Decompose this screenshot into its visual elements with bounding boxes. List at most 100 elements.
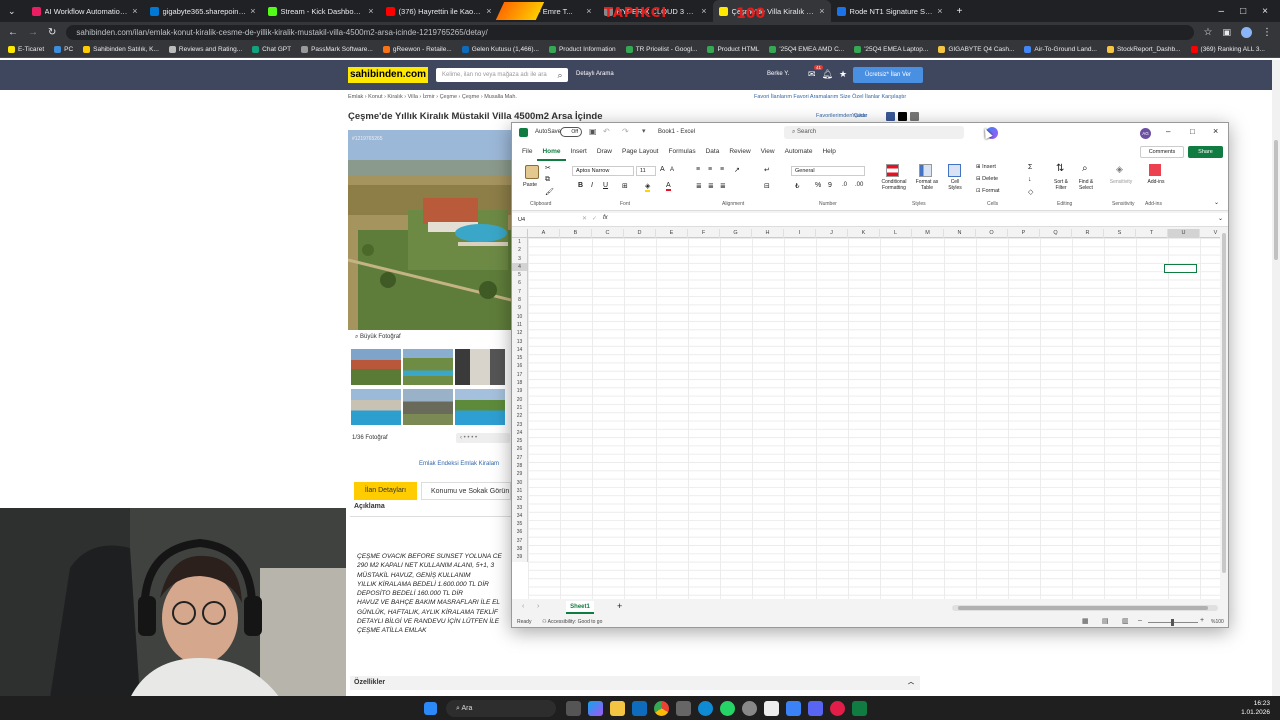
undo-icon[interactable]: ↶ xyxy=(603,127,610,136)
column-header[interactable]: B xyxy=(560,229,592,238)
ribbon-tab-data[interactable]: Data xyxy=(701,143,725,161)
zoom-level[interactable]: %100 xyxy=(1211,619,1224,625)
row-header[interactable]: 13 xyxy=(512,338,527,346)
column-header[interactable]: E xyxy=(656,229,688,238)
worksheet-grid[interactable]: ABCDEFGHIJKLMNOPQRSTUV 1 2 3 4 5 6 7 8 9 10 11 12 13… xyxy=(512,229,1220,599)
profile-icon[interactable] xyxy=(1241,26,1252,38)
row-header[interactable]: 38 xyxy=(512,545,527,553)
row-header[interactable]: 5 xyxy=(512,271,527,279)
bookmark-item[interactable]: GIGABYTE Q4 Cash... xyxy=(938,46,1014,53)
borders-icon[interactable]: ⊞ xyxy=(622,182,628,190)
next-sheet-icon[interactable]: › xyxy=(537,603,539,610)
extensions-icon[interactable]: ▣ xyxy=(1222,27,1231,38)
chrome-icon[interactable] xyxy=(653,700,669,716)
ribbon-tab-automate[interactable]: Automate xyxy=(780,143,818,161)
align-left-icon[interactable]: ≣ xyxy=(696,182,702,190)
reload-icon[interactable]: ↻ xyxy=(48,27,56,38)
align-top-icon[interactable]: ≡ xyxy=(696,166,700,173)
row-header[interactable]: 3 xyxy=(512,255,527,263)
column-header[interactable]: P xyxy=(1008,229,1040,238)
row-header[interactable]: 15 xyxy=(512,354,527,362)
thumbnail-5[interactable] xyxy=(403,389,453,425)
normal-view-icon[interactable]: ▦ xyxy=(1082,617,1089,625)
row-header[interactable]: 11 xyxy=(512,321,527,329)
browser-tab-7[interactable]: Rode NT1 Signature Series Stu...× xyxy=(831,0,949,22)
column-header[interactable]: R xyxy=(1072,229,1104,238)
row-header[interactable]: 4 xyxy=(512,262,527,272)
ribbon-tab-file[interactable]: File xyxy=(517,143,537,161)
mail-icon[interactable]: ✉ 41 xyxy=(808,65,824,80)
bookmark-item[interactable]: Air-To-Ground Land... xyxy=(1024,46,1097,53)
row-header[interactable]: 22 xyxy=(512,412,527,420)
grow-font-icon[interactable]: A xyxy=(660,166,665,173)
column-header[interactable]: C xyxy=(592,229,624,238)
row-header[interactable]: 8 xyxy=(512,296,527,304)
paste-button[interactable]: Paste xyxy=(523,182,537,188)
wrap-text-icon[interactable]: ↵ xyxy=(764,166,770,174)
task-view-icon[interactable] xyxy=(565,700,581,716)
column-header[interactable]: M xyxy=(912,229,944,238)
row-header[interactable]: 25 xyxy=(512,437,527,445)
thumbnail-4[interactable] xyxy=(351,389,401,425)
x-icon[interactable] xyxy=(898,112,907,121)
close-tab-icon[interactable]: × xyxy=(132,6,137,16)
user-avatar[interactable]: AG xyxy=(1140,128,1151,139)
align-center-icon[interactable]: ≣ xyxy=(708,182,714,190)
main-listing-photo[interactable]: #1219765265 xyxy=(348,130,511,330)
customize-icon[interactable]: ▾ xyxy=(642,127,646,135)
row-header[interactable]: 23 xyxy=(512,421,527,429)
vertical-scrollbar[interactable] xyxy=(1220,229,1228,599)
merge-center-icon[interactable]: ⊟ xyxy=(764,182,770,190)
column-header[interactable]: U xyxy=(1168,229,1200,238)
ribbon-tab-formulas[interactable]: Formulas xyxy=(664,143,701,161)
zoom-in-icon[interactable]: + xyxy=(1200,617,1204,624)
currency-icon[interactable]: ₺ xyxy=(795,182,799,190)
discord-icon[interactable] xyxy=(807,700,823,716)
ribbon-tab-insert[interactable]: Insert xyxy=(566,143,592,161)
column-header[interactable]: I xyxy=(784,229,816,238)
row-header[interactable]: 21 xyxy=(512,404,527,412)
right-scrollbar[interactable] xyxy=(1272,60,1280,696)
zoom-out-icon[interactable]: – xyxy=(1138,617,1142,624)
close-icon[interactable]: × xyxy=(1213,126,1218,136)
bookmark-item[interactable]: Product Information xyxy=(548,46,616,53)
format-cells-button[interactable]: ⊡ Format xyxy=(976,188,1000,194)
row-header[interactable]: 36 xyxy=(512,528,527,536)
close-tab-icon[interactable]: × xyxy=(701,6,706,16)
browser-tab-6[interactable]: Çeşme'de Villa Kiralık Müstakil ...× xyxy=(712,0,831,22)
row-header[interactable]: 31 xyxy=(512,487,527,495)
bookmark-item[interactable]: gReewon - Retaile... xyxy=(382,46,452,53)
copilot-app-icon[interactable] xyxy=(587,700,603,716)
bookmark-item[interactable]: '25Q4 EMEA Laptop... xyxy=(854,46,928,53)
name-box[interactable]: U4 xyxy=(515,215,563,225)
thumbnail-3[interactable] xyxy=(455,349,505,385)
row-header[interactable]: 28 xyxy=(512,462,527,470)
tab-location[interactable]: Konumu ve Sokak Görün xyxy=(421,482,511,500)
font-name-select[interactable]: Aptos Narrow xyxy=(572,166,634,176)
autosum-icon[interactable]: Σ xyxy=(1028,164,1032,171)
settings-icon[interactable] xyxy=(741,700,757,716)
column-header[interactable]: D xyxy=(624,229,656,238)
redo-icon[interactable]: ↷ xyxy=(622,127,629,136)
sheet-tab-sheet1[interactable]: Sheet1 xyxy=(566,601,594,614)
bookmark-item[interactable]: Gelen Kutusu (1,466)... xyxy=(461,46,539,53)
row-header[interactable]: 35 xyxy=(512,520,527,528)
row-header[interactable]: 32 xyxy=(512,495,527,503)
prev-sheet-icon[interactable]: ‹ xyxy=(522,603,524,610)
collapse-ribbon-icon[interactable]: ⌄ xyxy=(1214,199,1219,206)
column-header[interactable]: K xyxy=(848,229,880,238)
row-header[interactable]: 33 xyxy=(512,504,527,512)
find-select-button[interactable]: Find & Select xyxy=(1074,179,1098,191)
column-header[interactable]: L xyxy=(880,229,912,238)
cut-icon[interactable]: ✂ xyxy=(545,164,551,172)
site-search-input[interactable]: Kelime, ilan no veya mağaza adı ile ara xyxy=(436,68,568,82)
thumbnail-1[interactable] xyxy=(351,349,401,385)
row-header[interactable]: 9 xyxy=(512,304,527,312)
underline-icon[interactable]: U xyxy=(603,182,608,189)
format-painter-icon[interactable]: 🖌︎ xyxy=(545,188,554,196)
bookmark-item[interactable]: Reviews and Rating... xyxy=(168,46,242,53)
app3-icon[interactable] xyxy=(829,700,845,716)
row-header[interactable]: 29 xyxy=(512,470,527,478)
maximize-icon[interactable]: □ xyxy=(1190,127,1195,136)
column-header[interactable]: V xyxy=(1200,229,1220,238)
